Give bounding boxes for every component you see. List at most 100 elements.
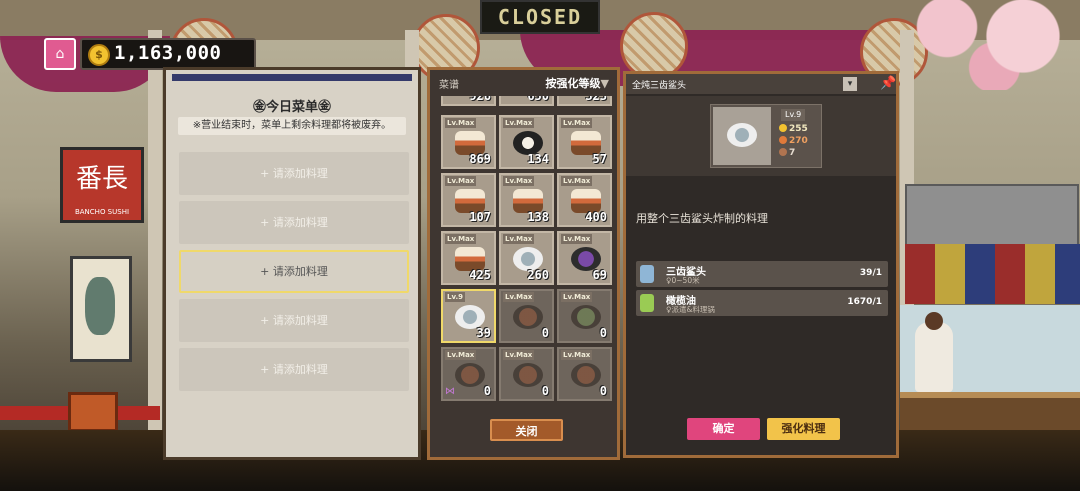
recipe-level: Lv.Max bbox=[561, 350, 593, 360]
ingredient-qty: 39/1 bbox=[859, 268, 882, 278]
recipe-cell[interactable]: Lv.Max 134 bbox=[499, 115, 554, 169]
ingredient-qty: 1670/1 bbox=[847, 297, 882, 307]
coin-icon: $ bbox=[88, 44, 110, 66]
recipe-count: 425 bbox=[469, 268, 491, 282]
enhance-dish-button[interactable]: 强化料理 bbox=[767, 418, 840, 440]
recipe-level: Lv.Max bbox=[445, 176, 477, 186]
ingredient-source: ♀派遣&料理锅 bbox=[666, 305, 715, 314]
recipe-cell[interactable]: Lv.Max 57 bbox=[557, 115, 612, 169]
portion-stat: 7 bbox=[779, 148, 795, 159]
ingredient-source: ♀0~50米 bbox=[666, 276, 700, 285]
recipe-level: Lv.Max bbox=[445, 118, 477, 128]
currency-display: $ 1,163,000 bbox=[80, 38, 256, 70]
recipe-count: 0 bbox=[541, 326, 549, 340]
recipe-cell-selected[interactable]: Lv.9 39 bbox=[441, 289, 496, 343]
recipe-cell[interactable]: Lv.Max 0 bbox=[557, 289, 612, 343]
shop-sign: 番長 BANCHO SUSHI bbox=[60, 147, 144, 223]
recipe-cell[interactable]: Lv.Max 869 bbox=[441, 115, 496, 169]
lantern bbox=[620, 12, 688, 80]
closed-sign: CLOSED bbox=[480, 0, 600, 34]
recipe-count: 57 bbox=[592, 152, 607, 166]
recipe-cell[interactable]: Lv.Max 0 bbox=[557, 347, 612, 401]
recipe-header: 菜谱 按强化等级▼ bbox=[430, 70, 617, 94]
recipe-cell[interactable]: Lv.Max 400 bbox=[557, 173, 612, 227]
sort-dropdown[interactable]: 按强化等级▼ bbox=[546, 75, 609, 91]
recipe-count: 650 bbox=[527, 96, 549, 103]
recipe-cell[interactable]: Lv.Max 425 bbox=[441, 231, 496, 285]
recipe-level: Lv.Max bbox=[503, 292, 535, 302]
sort-label: 按强化等级 bbox=[545, 77, 601, 90]
menu-slot[interactable]: + 请添加料理 bbox=[179, 348, 409, 391]
recipe-count: 926 bbox=[469, 96, 491, 103]
recipe-level: Lv.Max bbox=[445, 350, 477, 360]
dish-level: Lv.9 bbox=[781, 109, 806, 121]
dish-description: 用整个三齿鲨头炸制的料理 bbox=[636, 212, 768, 225]
recipe-cell[interactable]: Lv.Max 0 bbox=[499, 289, 554, 343]
recipe-count: 0 bbox=[599, 384, 607, 398]
recipe-count: 0 bbox=[599, 326, 607, 340]
recipe-count: 869 bbox=[469, 152, 491, 166]
menu-slot[interactable]: + 请添加料理 bbox=[179, 201, 409, 244]
recipe-count: 323 bbox=[585, 96, 607, 103]
price-stat: 255 bbox=[779, 124, 808, 135]
fried-shark-dish-icon bbox=[727, 123, 757, 147]
ingredient-row[interactable]: 三齿鲨头 ♀0~50米 39/1 bbox=[636, 261, 888, 287]
recipe-level: Lv.Max bbox=[503, 234, 535, 244]
recipe-cell[interactable]: 323 bbox=[557, 96, 612, 106]
portion-icon bbox=[779, 148, 787, 156]
recipe-cell[interactable]: Lv.Max 0 bbox=[499, 347, 554, 401]
currency-amount: 1,163,000 bbox=[114, 42, 222, 64]
recipe-count: 0 bbox=[541, 384, 549, 398]
pin-icon[interactable]: 📌 bbox=[880, 76, 896, 91]
dish-card: Lv.9 255 270 7 bbox=[710, 104, 822, 168]
price-value: 255 bbox=[789, 124, 808, 134]
close-button[interactable]: 关闭 bbox=[490, 419, 563, 441]
recipe-level: Lv.Max bbox=[561, 176, 593, 186]
recipe-grid[interactable]: 926 650 323 Lv.Max 869 Lv.Max 134 Lv.Max… bbox=[441, 96, 613, 404]
recipe-cell[interactable]: Lv.Max ⋈ 0 bbox=[441, 347, 496, 401]
ribbon-icon: ⋈ bbox=[445, 386, 455, 397]
recipe-level: Lv.Max bbox=[561, 118, 593, 128]
tv-set bbox=[68, 392, 118, 432]
recipe-cell[interactable]: 926 bbox=[441, 96, 496, 106]
ingredient-row[interactable]: 橄榄油 ♀派遣&料理锅 1670/1 bbox=[636, 290, 888, 316]
chef-character bbox=[915, 312, 953, 392]
recipe-level: Lv.Max bbox=[561, 292, 593, 302]
shop-sign-text: 番長 bbox=[75, 164, 128, 194]
shark-head-icon bbox=[640, 265, 654, 283]
recipe-cell[interactable]: Lv.Max 107 bbox=[441, 173, 496, 227]
recipe-count: 107 bbox=[469, 210, 491, 224]
recipe-cell[interactable]: Lv.Max 138 bbox=[499, 173, 554, 227]
kitchen-hood bbox=[905, 184, 1079, 248]
recipe-cell[interactable]: Lv.Max 260 bbox=[499, 231, 554, 285]
flavor-stat: 270 bbox=[779, 136, 808, 147]
confirm-button[interactable]: 确定 bbox=[687, 418, 760, 440]
recipe-count: 260 bbox=[527, 268, 549, 282]
wall-fish-picture bbox=[70, 256, 132, 362]
home-button[interactable]: ⌂ bbox=[44, 38, 76, 70]
detail-header: 全炖三齿鲨头 ▾ 📌 bbox=[626, 74, 896, 94]
dropdown-icon[interactable]: ▾ bbox=[843, 77, 857, 91]
menu-slot[interactable]: + 请添加料理 bbox=[179, 299, 409, 342]
menu-slot-selected[interactable]: + 请添加料理 bbox=[179, 250, 409, 293]
flavor-icon bbox=[779, 136, 787, 144]
home-icon: ⌂ bbox=[55, 46, 65, 62]
today-menu-panel: ㊎今日菜单㊎ ※营业结束时，菜单上剩余料理都将被废弃。 + 请添加料理 + 请添… bbox=[163, 67, 421, 460]
dish-image bbox=[713, 107, 771, 165]
recipe-count: 39 bbox=[476, 326, 491, 340]
stew-dish-icon bbox=[513, 305, 543, 329]
menu-title: ㊎今日菜单㊎ bbox=[252, 100, 331, 115]
recipe-header-label: 菜谱 bbox=[439, 80, 459, 91]
recipe-grid-panel: 菜谱 按强化等级▼ 926 650 323 Lv.Max 869 Lv.Max … bbox=[427, 67, 620, 460]
detail-summary: Lv.9 255 270 7 bbox=[626, 96, 896, 176]
recipe-count: 134 bbox=[527, 152, 549, 166]
olive-oil-icon bbox=[640, 294, 654, 312]
recipe-level: Lv.Max bbox=[503, 350, 535, 360]
pole bbox=[148, 30, 162, 470]
menu-slot[interactable]: + 请添加料理 bbox=[179, 152, 409, 195]
recipe-cell[interactable]: 650 bbox=[499, 96, 554, 106]
recipe-count: 69 bbox=[592, 268, 607, 282]
recipe-cell[interactable]: Lv.Max 69 bbox=[557, 231, 612, 285]
recipe-count: 0 bbox=[483, 384, 491, 398]
recipe-level: Lv.Max bbox=[503, 118, 535, 128]
